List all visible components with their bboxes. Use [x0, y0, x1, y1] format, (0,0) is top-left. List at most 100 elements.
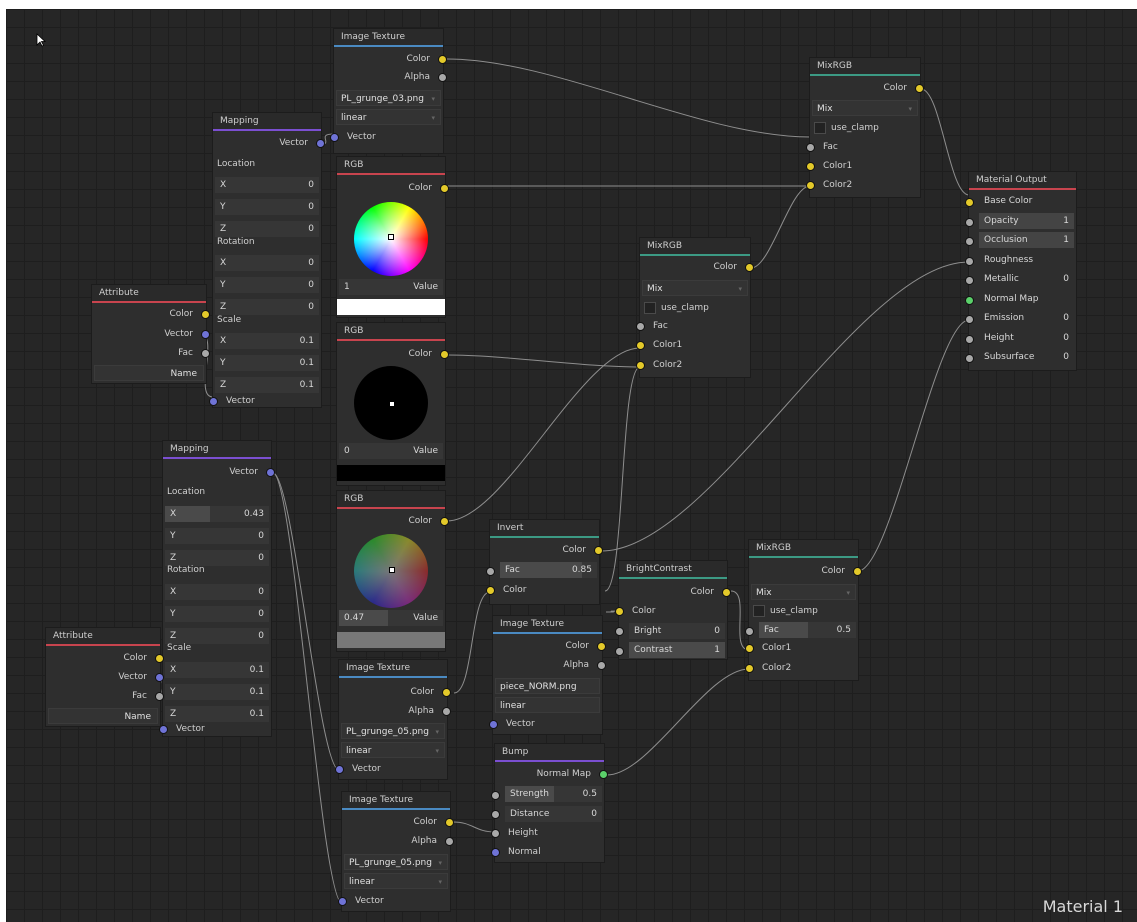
socket-input[interactable] — [615, 607, 624, 616]
socket-output[interactable] — [155, 673, 164, 682]
value-slider[interactable]: 0.47 Value — [339, 610, 443, 626]
value-slider[interactable]: 1 Value — [339, 279, 443, 295]
socket-input[interactable] — [486, 567, 495, 576]
socket-input[interactable] — [209, 397, 218, 406]
scale-y-field[interactable]: Y 0.1 — [215, 355, 319, 371]
blend-mode-dropdown[interactable]: Mix ▾ — [642, 280, 748, 296]
socket-output[interactable] — [597, 642, 606, 651]
socket-input[interactable] — [491, 810, 500, 819]
mixrgb-node[interactable]: MixRGB Color Mix ▾ use_clamp Fac 0.5 Color… — [745, 540, 862, 680]
use-clamp-checkbox[interactable]: use_clamp — [644, 300, 748, 316]
material-input-5[interactable]: Normal Map — [979, 290, 1074, 307]
scale-x-field[interactable]: X 0.1 — [165, 662, 269, 678]
color-wheel[interactable] — [354, 534, 428, 608]
socket-input[interactable] — [965, 237, 974, 246]
interpolation-dropdown[interactable]: linear — [495, 697, 600, 713]
color-picker-handle[interactable] — [389, 567, 395, 573]
socket-input[interactable] — [965, 354, 974, 363]
material-input-0[interactable]: Base Color — [979, 193, 1074, 209]
invert-node[interactable]: Invert Color Fac 0.85 Color — [486, 520, 603, 604]
node-editor-canvas[interactable]: Image Texture Color Alpha PL_grunge_03.p… — [6, 9, 1137, 922]
scale-x-field[interactable]: X 0.1 — [215, 333, 319, 349]
socket-output[interactable] — [745, 263, 754, 272]
location-x-field[interactable]: X0 — [215, 177, 319, 193]
rotation-x-field[interactable]: X0 — [165, 584, 269, 600]
image-file-field[interactable]: PL_grunge_03.png ▾ — [336, 90, 441, 106]
socket-input[interactable] — [965, 295, 974, 305]
socket-input[interactable] — [636, 322, 645, 331]
socket-input[interactable] — [486, 586, 495, 595]
color-picker-handle[interactable] — [388, 234, 394, 240]
image-file-field[interactable]: piece_NORM.png — [495, 678, 600, 694]
socket-output[interactable] — [316, 139, 325, 148]
rotation-y-field[interactable]: Y0 — [215, 277, 319, 293]
socket-input[interactable] — [965, 276, 974, 285]
socket-input[interactable] — [330, 133, 339, 142]
socket-input[interactable] — [965, 334, 974, 344]
interpolation-dropdown[interactable]: linear ▾ — [336, 109, 441, 125]
image-texture-node[interactable]: Image Texture Color Alpha PL_grunge_05.p… — [335, 660, 451, 779]
image-texture-node[interactable]: Image Texture Color Alpha PL_grunge_05.p… — [338, 792, 454, 911]
socket-output[interactable] — [440, 517, 449, 526]
rotation-y-field[interactable]: Y0 — [165, 606, 269, 622]
socket-input[interactable] — [615, 627, 624, 636]
socket-output[interactable] — [201, 330, 210, 339]
scale-z-field[interactable]: Z 0.1 — [215, 377, 319, 393]
rgb-node[interactable]: RGB Color 1 Value — [337, 157, 449, 317]
rgb-node[interactable]: RGB Color 0 Value — [337, 323, 449, 485]
value-slider[interactable]: 0 Value — [339, 443, 443, 459]
socket-input[interactable] — [636, 341, 645, 350]
material-input-3[interactable]: Roughness — [979, 251, 1074, 268]
blend-mode-dropdown[interactable]: Mix ▾ — [812, 100, 918, 116]
socket-input[interactable] — [745, 644, 754, 653]
material-input-4[interactable]: Metallic 0 — [979, 271, 1074, 287]
rotation-x-field[interactable]: X0 — [215, 255, 319, 271]
attribute-node[interactable]: Attribute Color Vector Fac Name — [46, 628, 164, 726]
material-input-7[interactable]: Height 0 — [979, 329, 1074, 346]
attribute-node[interactable]: Attribute Color Vector Fac Name — [92, 285, 210, 383]
socket-input[interactable] — [489, 720, 498, 729]
socket-input[interactable] — [491, 848, 500, 857]
socket-output[interactable] — [438, 73, 447, 82]
attribute-name-field[interactable]: Name — [94, 365, 204, 381]
color-wheel[interactable] — [354, 202, 428, 276]
scale-y-field[interactable]: Y 0.1 — [165, 684, 269, 700]
socket-input[interactable] — [806, 162, 815, 171]
socket-output[interactable] — [853, 567, 862, 576]
interpolation-dropdown[interactable]: linear ▾ — [344, 873, 448, 889]
image-texture-node[interactable]: Image Texture Color Alpha piece_NORM.png… — [489, 616, 606, 734]
rgb-node[interactable]: RGB Color 0.47 Value — [337, 491, 449, 651]
socket-output[interactable] — [445, 837, 454, 846]
interpolation-dropdown[interactable]: linear ▾ — [341, 742, 445, 758]
socket-output[interactable] — [597, 661, 606, 670]
socket-input[interactable] — [335, 765, 344, 774]
mixrgb-node[interactable]: MixRGB Color Mix ▾ use_clamp Fac Color1 C… — [636, 238, 754, 377]
socket-output[interactable] — [155, 692, 164, 701]
socket-input[interactable] — [338, 897, 347, 906]
socket-output[interactable] — [442, 707, 451, 716]
socket-output[interactable] — [594, 546, 603, 555]
socket-output[interactable] — [201, 310, 210, 319]
material-input-6[interactable]: Emission 0 — [979, 310, 1074, 326]
mapping-node[interactable]: Mapping Vector Location X 0.43 Y0 Z0 Rota… — [159, 441, 275, 736]
image-file-field[interactable]: PL_grunge_05.png ▾ — [341, 723, 445, 739]
strength-slider[interactable]: Strength 0.5 — [505, 786, 602, 802]
socket-input[interactable] — [636, 361, 645, 370]
material-output-node[interactable]: Material Output Base Color Opacity 1 Occlus… — [965, 172, 1076, 370]
socket-input[interactable] — [965, 315, 974, 324]
material-input-2[interactable]: Occlusion 1 — [979, 232, 1074, 248]
bright-field[interactable]: Bright 0 — [629, 623, 725, 639]
mixrgb-node[interactable]: MixRGB Color Mix ▾ use_clamp Fac Color1 C… — [806, 58, 924, 197]
distance-field[interactable]: Distance 0 — [505, 806, 602, 822]
socket-output[interactable] — [445, 818, 454, 827]
socket-input[interactable] — [159, 725, 168, 734]
bright-contrast-node[interactable]: BrightContrast Color Color Bright 0 Contr… — [615, 561, 731, 659]
socket-input[interactable] — [965, 217, 974, 227]
fac-slider[interactable]: Fac 0.5 — [759, 622, 856, 638]
image-file-field[interactable]: PL_grunge_05.png ▾ — [344, 854, 448, 870]
socket-input[interactable] — [806, 143, 815, 152]
socket-output[interactable] — [440, 350, 449, 359]
contrast-field[interactable]: Contrast 1 — [629, 642, 725, 658]
socket-input[interactable] — [615, 647, 624, 656]
socket-output[interactable] — [201, 349, 210, 358]
